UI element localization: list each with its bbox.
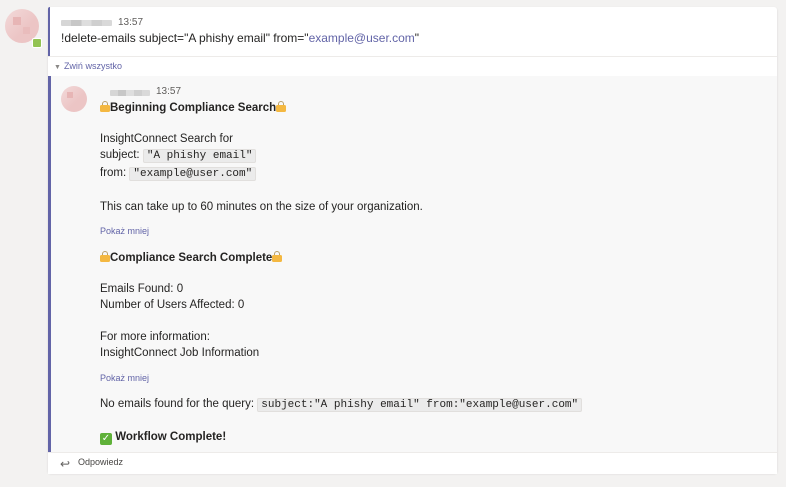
lock-icon <box>272 251 283 262</box>
subject-code: "A phishy email" <box>142 149 257 163</box>
show-less-link[interactable]: Pokaż mniej <box>100 226 149 236</box>
beginning-heading: Beginning Compliance Search <box>100 101 287 114</box>
workflow-complete-text: Workflow Complete! <box>115 431 227 443</box>
job-information-link[interactable]: InsightConnect Job Information <box>100 347 259 359</box>
command-text: !delete-emails subject="A phishy email" … <box>61 31 309 45</box>
check-mark-icon: ✓ <box>100 433 112 445</box>
bot-name[interactable] <box>110 90 150 96</box>
duration-note: This can take up to 60 minutes on the si… <box>100 201 423 213</box>
from-label: from: <box>100 167 127 179</box>
collapse-all-button[interactable]: ▼ Zwiń wszystko <box>54 61 122 71</box>
reply-arrow-icon[interactable]: ↩ <box>60 457 70 471</box>
lock-icon <box>100 101 110 112</box>
no-emails-label: No emails found for the query: <box>100 398 255 410</box>
subject-label: subject: <box>100 149 140 161</box>
complete-heading-text: Compliance Search Complete <box>110 252 273 264</box>
command-email-link[interactable]: example@user.com <box>309 31 415 45</box>
complete-heading: Compliance Search Complete <box>100 251 283 264</box>
subject-line: subject: "A phishy email" <box>100 149 257 163</box>
reply-accent-bar <box>48 76 51 452</box>
beginning-heading-text: Beginning Compliance Search <box>110 102 277 114</box>
reply-timestamp: 13:57 <box>156 86 182 97</box>
thread-divider <box>48 56 777 57</box>
search-for-text: InsightConnect Search for <box>100 133 233 145</box>
command-message: !delete-emails subject="A phishy email" … <box>61 31 419 45</box>
from-line: from: "example@user.com" <box>100 167 257 181</box>
chevron-down-icon: ▼ <box>54 64 61 71</box>
lock-icon <box>100 251 110 262</box>
sender-name[interactable] <box>61 20 112 26</box>
message-timestamp: 13:57 <box>118 17 144 28</box>
query-code: subject:"A phishy email" from:"example@u… <box>257 398 583 412</box>
lock-icon <box>276 101 287 112</box>
workflow-complete: ✓ Workflow Complete! <box>100 431 226 445</box>
bot-avatar[interactable] <box>61 86 87 112</box>
users-affected: Number of Users Affected: 0 <box>100 299 245 311</box>
reply-button[interactable]: Odpowiedz <box>78 457 123 467</box>
more-info-text: For more information: <box>100 331 210 343</box>
collapse-all-label: Zwiń wszystko <box>63 61 122 71</box>
reply-bar[interactable] <box>48 452 777 474</box>
no-emails-line: No emails found for the query: subject:"… <box>100 398 583 412</box>
presence-indicator <box>32 38 42 48</box>
show-less-link[interactable]: Pokaż mniej <box>100 373 149 383</box>
from-code: "example@user.com" <box>129 167 257 181</box>
message-accent-bar <box>48 7 50 56</box>
command-text-suffix: " <box>414 31 420 45</box>
emails-found: Emails Found: 0 <box>100 283 184 295</box>
